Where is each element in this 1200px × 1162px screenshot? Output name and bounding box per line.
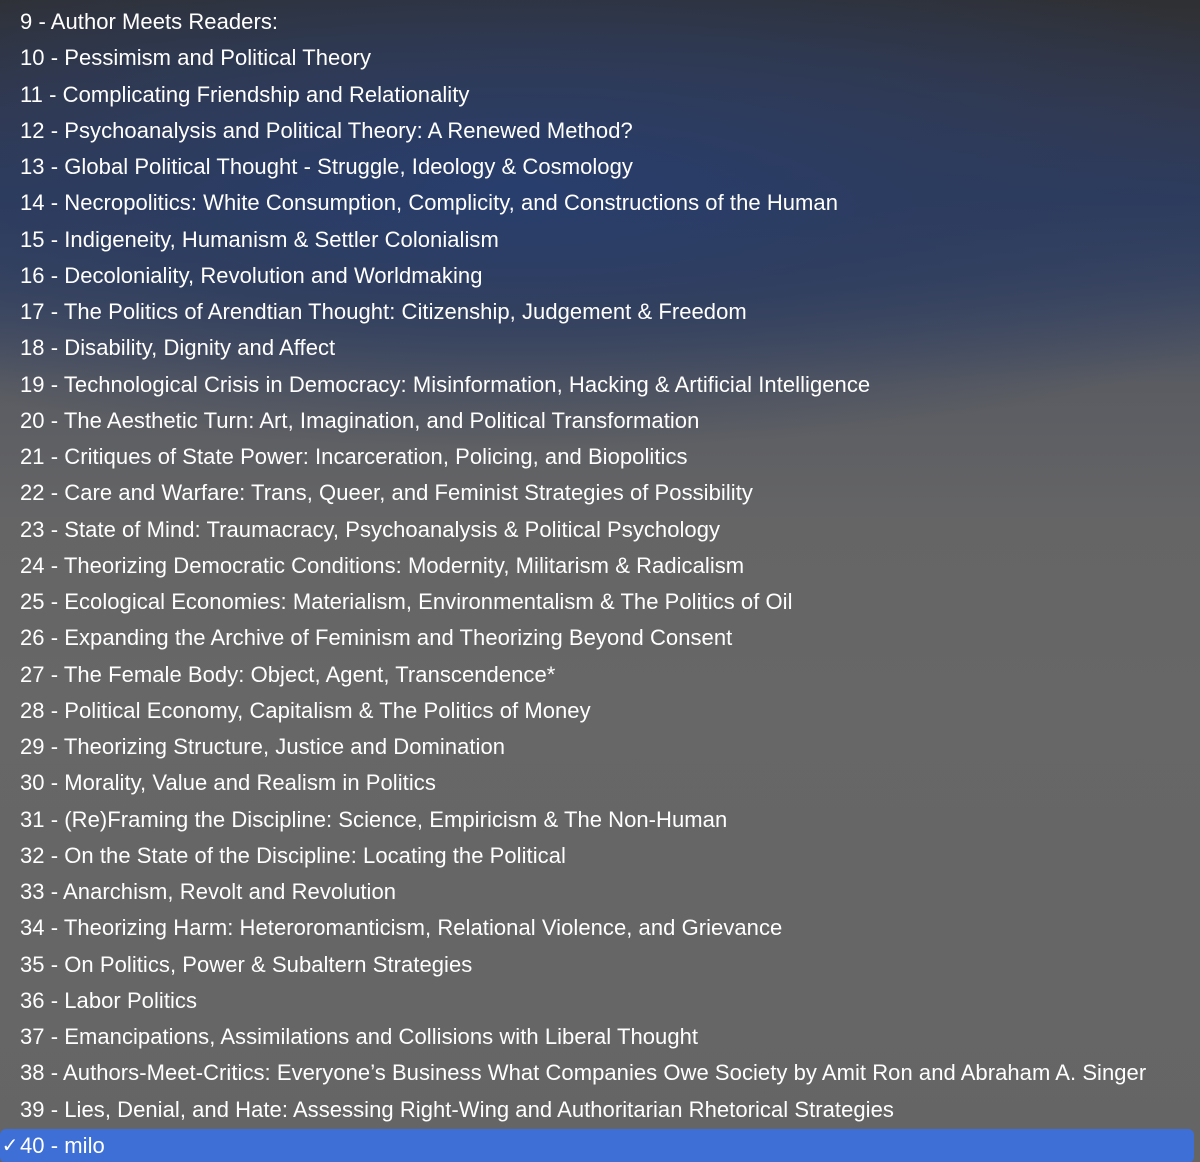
menu-item[interactable]: 38 - Authors-Meet-Critics: Everyone’s Bu…	[0, 1055, 1200, 1091]
menu-item-label: 28 - Political Economy, Capitalism & The…	[20, 697, 591, 723]
menu-item-selected[interactable]: ✓ 40 - milo	[0, 1128, 1194, 1162]
menu-item-label: 22 - Care and Warfare: Trans, Queer, and…	[20, 480, 753, 506]
menu-item[interactable]: 18 - Disability, Dignity and Affect	[0, 330, 1200, 366]
menu-item-label: 27 - The Female Body: Object, Agent, Tra…	[20, 661, 556, 687]
menu-item[interactable]: 30 - Morality, Value and Realism in Poli…	[0, 765, 1200, 801]
menu-item-label: 17 - The Politics of Arendtian Thought: …	[20, 299, 747, 324]
menu-item-label: 9 - Author Meets Readers:	[20, 9, 279, 34]
menu-item-label: 39 - Lies, Denial, and Hate: Assessing R…	[20, 1096, 894, 1122]
menu-item-label: 33 - Anarchism, Revolt and Revolution	[20, 879, 397, 904]
menu-item-label: 14 - Necropolitics: White Consumption, C…	[20, 190, 838, 216]
menu-item-label: 25 - Ecological Economies: Materialism, …	[20, 589, 793, 614]
menu-item-label: 11 - Complicating Friendship and Relatio…	[20, 81, 470, 107]
menu-item[interactable]: 37 - Emancipations, Assimilations and Co…	[0, 1019, 1200, 1055]
menu-item-label: 37 - Emancipations, Assimilations and Co…	[20, 1024, 699, 1049]
menu-item[interactable]: 17 - The Politics of Arendtian Thought: …	[0, 294, 1200, 330]
menu-item-label: 35 - On Politics, Power & Subaltern Stra…	[20, 951, 473, 977]
menu-item[interactable]: 39 - Lies, Denial, and Hate: Assessing R…	[0, 1092, 1200, 1128]
menu-item[interactable]: 12 - Psychoanalysis and Political Theory…	[0, 113, 1200, 149]
menu-item-label: 18 - Disability, Dignity and Affect	[20, 335, 336, 361]
menu-item-label: 32 - On the State of the Discipline: Loc…	[20, 842, 566, 868]
menu-item[interactable]: 19 - Technological Crisis in Democracy: …	[0, 367, 1200, 403]
menu-item[interactable]: 10 - Pessimism and Political Theory	[0, 40, 1200, 76]
dropdown-menu: 9 - Author Meets Readers: 10 - Pessimism…	[0, 0, 1200, 1162]
menu-item-label: 10 - Pessimism and Political Theory	[20, 45, 372, 71]
menu-item-label: 23 - State of Mind: Traumacracy, Psychoa…	[20, 516, 721, 542]
menu-item[interactable]: 22 - Care and Warfare: Trans, Queer, and…	[0, 475, 1200, 511]
menu-item[interactable]: 11 - Complicating Friendship and Relatio…	[0, 77, 1200, 113]
menu-item[interactable]: 9 - Author Meets Readers:	[0, 4, 1200, 40]
menu-item[interactable]: 35 - On Politics, Power & Subaltern Stra…	[0, 947, 1200, 983]
menu-item[interactable]: 23 - State of Mind: Traumacracy, Psychoa…	[0, 512, 1200, 548]
menu-item-label: 19 - Technological Crisis in Democracy: …	[20, 371, 871, 397]
checkmark-icon: ✓	[1, 1134, 19, 1157]
menu-item-label: 31 - (Re)Framing the Discipline: Science…	[20, 806, 728, 832]
menu-item-label: 26 - Expanding the Archive of Feminism a…	[20, 625, 733, 651]
menu-item[interactable]: 26 - Expanding the Archive of Feminism a…	[0, 620, 1200, 656]
menu-item-label: 13 - Global Political Thought - Struggle…	[20, 154, 633, 179]
menu-item-label: 38 - Authors-Meet-Critics: Everyone’s Bu…	[20, 1060, 1147, 1086]
menu-item-label: 15 - Indigeneity, Humanism & Settler Col…	[20, 226, 499, 252]
menu-item[interactable]: 15 - Indigeneity, Humanism & Settler Col…	[0, 222, 1200, 258]
menu-items-list: 9 - Author Meets Readers: 10 - Pessimism…	[0, 4, 1200, 1162]
menu-item-label: 40 - milo	[20, 1132, 105, 1158]
menu-item[interactable]: 33 - Anarchism, Revolt and Revolution	[0, 874, 1200, 910]
menu-item[interactable]: 29 - Theorizing Structure, Justice and D…	[0, 729, 1200, 765]
menu-item[interactable]: 31 - (Re)Framing the Discipline: Science…	[0, 802, 1200, 838]
menu-item[interactable]: 32 - On the State of the Discipline: Loc…	[0, 838, 1200, 874]
menu-item-label: 20 - The Aesthetic Turn: Art, Imaginatio…	[20, 407, 700, 433]
menu-item[interactable]: 28 - Political Economy, Capitalism & The…	[0, 693, 1200, 729]
menu-item-label: 36 - Labor Politics	[20, 987, 198, 1013]
menu-item-label: 12 - Psychoanalysis and Political Theory…	[20, 117, 633, 143]
menu-item-label: 21 - Critiques of State Power: Incarcera…	[20, 444, 688, 469]
menu-item-label: 16 - Decoloniality, Revolution and World…	[20, 262, 483, 288]
menu-item-label: 29 - Theorizing Structure, Justice and D…	[20, 734, 506, 759]
menu-item[interactable]: 16 - Decoloniality, Revolution and World…	[0, 258, 1200, 294]
menu-item[interactable]: 20 - The Aesthetic Turn: Art, Imaginatio…	[0, 403, 1200, 439]
menu-item-label: 34 - Theorizing Harm: Heteroromanticism,…	[20, 915, 783, 941]
menu-item[interactable]: 25 - Ecological Economies: Materialism, …	[0, 584, 1200, 620]
menu-item-label: 30 - Morality, Value and Realism in Poli…	[20, 770, 436, 796]
menu-item[interactable]: 34 - Theorizing Harm: Heteroromanticism,…	[0, 910, 1200, 946]
menu-item[interactable]: 14 - Necropolitics: White Consumption, C…	[0, 185, 1200, 221]
menu-item[interactable]: 13 - Global Political Thought - Struggle…	[0, 149, 1200, 185]
menu-item-label: 24 - Theorizing Democratic Conditions: M…	[20, 552, 745, 578]
menu-item[interactable]: 27 - The Female Body: Object, Agent, Tra…	[0, 657, 1200, 693]
menu-item[interactable]: 21 - Critiques of State Power: Incarcera…	[0, 439, 1200, 475]
menu-item[interactable]: 24 - Theorizing Democratic Conditions: M…	[0, 548, 1200, 584]
menu-item[interactable]: 36 - Labor Politics	[0, 983, 1200, 1019]
